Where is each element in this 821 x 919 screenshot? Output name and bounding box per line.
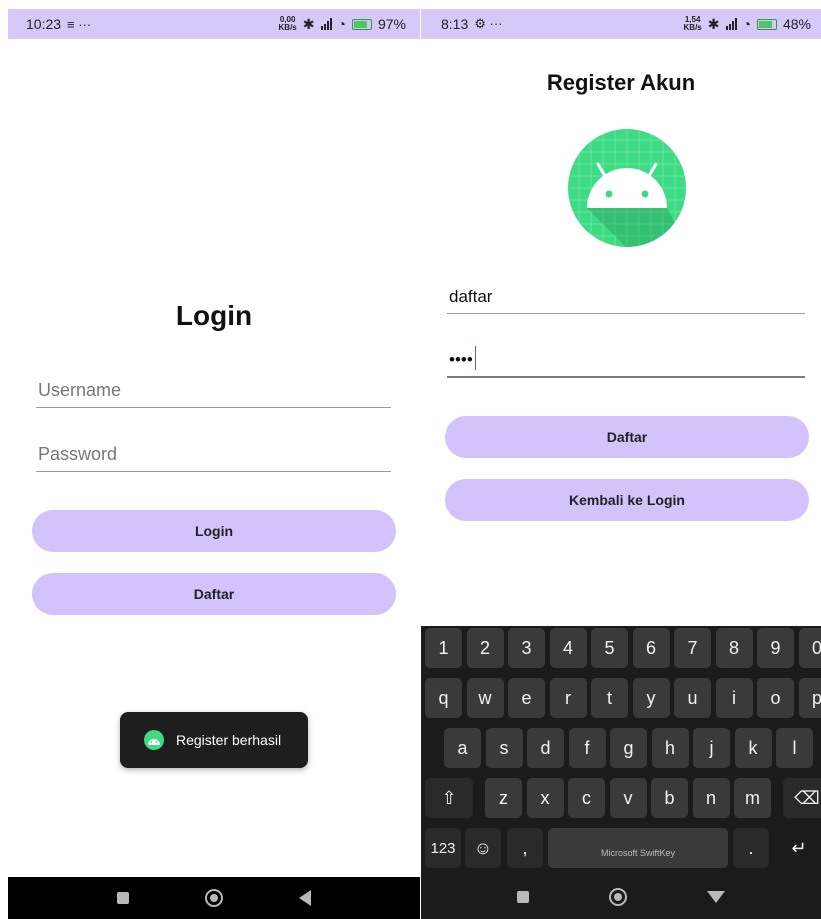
key-8[interactable]: 8 <box>715 628 753 668</box>
signal-icon <box>725 18 737 30</box>
key-7[interactable]: 7 <box>674 628 711 668</box>
key-2[interactable]: 2 <box>466 628 504 668</box>
key-y[interactable]: y <box>632 678 670 718</box>
key-a[interactable]: a <box>444 728 481 768</box>
username-input[interactable] <box>38 380 391 401</box>
battery-percent: 97% <box>377 16 406 32</box>
key-9[interactable]: 9 <box>757 628 794 668</box>
username-field[interactable]: daftar <box>447 278 805 314</box>
key-n[interactable]: n <box>692 778 730 818</box>
key-l[interactable]: l <box>776 728 813 768</box>
key-v[interactable]: v <box>609 778 647 818</box>
key-q[interactable]: q <box>425 678 462 718</box>
login-button[interactable]: Login <box>32 510 396 552</box>
keyboard-row-3: ⇧ ⌫ zxcvbnm <box>421 778 821 818</box>
key-0[interactable]: 0 <box>798 628 821 668</box>
key-h[interactable]: h <box>651 728 689 768</box>
key-g[interactable]: g <box>610 728 647 768</box>
notification-icons: ≡ ··· <box>67 16 92 32</box>
status-bar: 10:23 ≡ ··· 0,00 KB/s ✱ ◔ 97% <box>8 9 420 39</box>
space-key[interactable]: Microsoft SwiftKey <box>548 828 728 868</box>
key-t[interactable]: t <box>591 678 628 718</box>
android-logo-icon <box>568 129 686 247</box>
key-m[interactable]: m <box>734 778 771 818</box>
navigation-bar <box>8 877 420 919</box>
android-icon <box>144 730 164 750</box>
status-time: 8:13 <box>441 16 469 32</box>
password-input[interactable] <box>38 444 391 465</box>
notification-icons: ⚙ ··· <box>474 16 503 31</box>
key-4[interactable]: 4 <box>549 628 587 668</box>
text-cursor <box>474 346 477 370</box>
key-x[interactable]: x <box>526 778 564 818</box>
hide-keyboard-icon[interactable] <box>707 891 725 903</box>
key-j[interactable]: j <box>693 728 730 768</box>
home-icon[interactable] <box>205 889 223 907</box>
signal-icon <box>320 18 332 30</box>
keyboard-row-1: qwertyuiop <box>421 678 821 718</box>
register-button[interactable]: Daftar <box>445 416 809 458</box>
recents-icon[interactable] <box>117 892 129 904</box>
key-r[interactable]: r <box>549 678 587 718</box>
keyboard-bottom-row: 123 ☺ , Microsoft SwiftKey . ↵ <box>421 828 821 868</box>
key-z[interactable]: z <box>485 778 522 818</box>
toast-message: Register berhasil <box>120 712 308 768</box>
key-k[interactable]: k <box>734 728 772 768</box>
bluetooth-icon: ✱ <box>707 15 720 32</box>
username-value: daftar <box>449 287 493 306</box>
login-screen: 10:23 ≡ ··· 0,00KB/s ✱ ◔ 97% Login Login… <box>8 0 420 919</box>
password-value: •••• <box>449 350 473 369</box>
backspace-key[interactable]: ⌫ <box>783 778 821 818</box>
key-o[interactable]: o <box>757 678 794 718</box>
navigation-bar <box>421 875 821 919</box>
battery-icon <box>756 18 777 30</box>
wifi-icon: ◔ <box>337 16 346 32</box>
key-5[interactable]: 5 <box>591 628 628 668</box>
key-6[interactable]: 6 <box>632 628 670 668</box>
shift-key[interactable]: ⇧ <box>425 778 473 818</box>
key-1[interactable]: 1 <box>425 628 462 668</box>
key-u[interactable]: u <box>674 678 711 718</box>
status-time: 10:23 <box>26 16 62 32</box>
key-3[interactable]: 3 <box>508 628 545 668</box>
number-toggle-key[interactable]: 123 <box>425 828 461 868</box>
status-bar: 8:13 ⚙ ··· 1,54 KB/s ✱ ◔ 48% <box>421 9 821 39</box>
bluetooth-icon: ✱ <box>302 15 315 32</box>
comma-key[interactable]: , <box>507 828 543 868</box>
network-speed: 0,00 KB/s <box>278 15 297 32</box>
back-to-login-button[interactable]: Kembali ke Login <box>445 479 809 521</box>
key-p[interactable]: p <box>798 678 821 718</box>
key-c[interactable]: c <box>568 778 605 818</box>
key-f[interactable]: f <box>568 728 606 768</box>
password-field[interactable] <box>36 436 391 472</box>
home-icon[interactable] <box>609 888 627 906</box>
key-i[interactable]: i <box>715 678 753 718</box>
enter-key[interactable]: ↵ <box>777 828 821 868</box>
register-button[interactable]: Daftar <box>32 573 396 615</box>
page-title: Login <box>175 300 253 331</box>
username-field[interactable] <box>36 372 391 408</box>
back-icon[interactable] <box>299 890 311 906</box>
wifi-icon: ◔ <box>742 16 751 32</box>
key-w[interactable]: w <box>466 678 504 718</box>
key-s[interactable]: s <box>485 728 523 768</box>
emoji-key[interactable]: ☺ <box>465 828 501 868</box>
keyboard-number-row: 1234567890 <box>421 628 821 668</box>
page-title: Register Akun <box>546 70 696 95</box>
network-speed: 1,54 KB/s <box>683 15 702 32</box>
key-b[interactable]: b <box>651 778 688 818</box>
battery-percent: 48% <box>782 16 811 32</box>
key-e[interactable]: e <box>508 678 545 718</box>
toast-text: Register berhasil <box>176 732 282 748</box>
soft-keyboard: 1234567890 qwertyuiop asdfghjkl ⇧ ⌫ zxcv… <box>421 626 821 919</box>
battery-icon <box>351 18 372 30</box>
register-screen: 8:13 ⚙ ··· 1,54 KB/s ✱ ◔ 48% Register Aku… <box>421 0 821 919</box>
password-field[interactable]: •••• <box>447 342 805 378</box>
period-key[interactable]: . <box>733 828 769 868</box>
key-d[interactable]: d <box>527 728 564 768</box>
keyboard-row-2: asdfghjkl <box>421 728 821 768</box>
recents-icon[interactable] <box>517 891 529 903</box>
